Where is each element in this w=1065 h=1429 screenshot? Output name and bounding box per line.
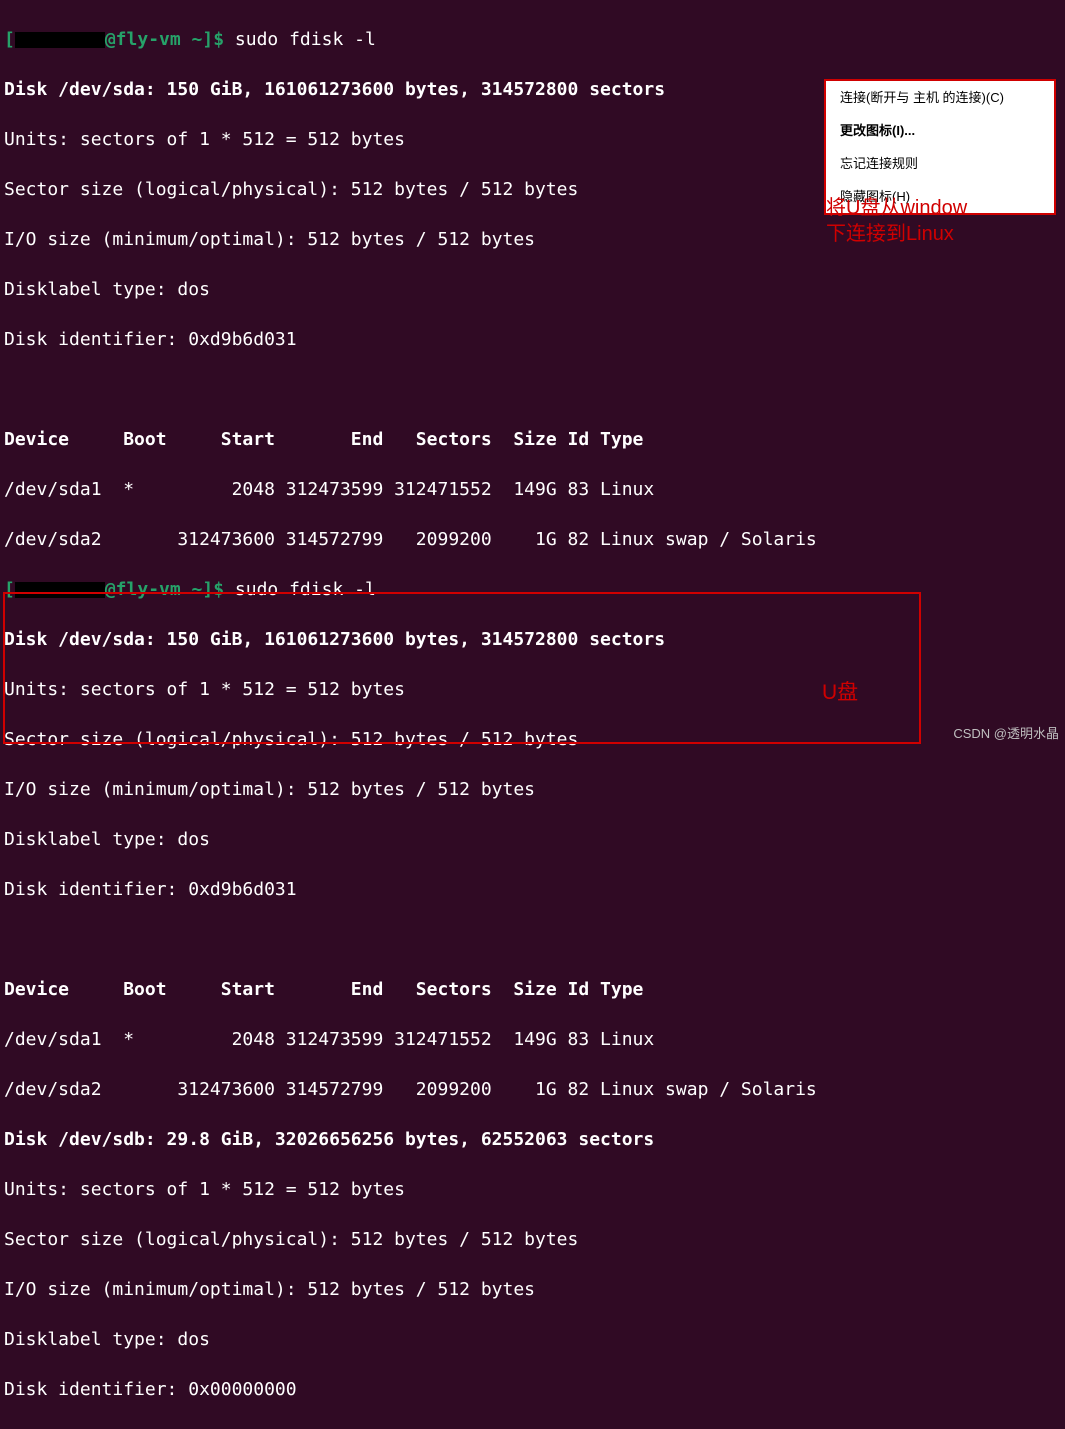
disk-ident-3: Disk identifier: 0x00000000 — [4, 1377, 1061, 1402]
path-2: ~ — [181, 579, 203, 600]
prompt-line-1: [ @fly-vm ~]$ sudo fdisk -l — [4, 27, 1061, 52]
user-host-2: @fly-vm — [105, 579, 181, 600]
menu-forget-rule[interactable]: 忘记连接规则 — [826, 147, 1054, 180]
command-2[interactable]: sudo fdisk -l — [235, 579, 376, 600]
redacted-user — [15, 32, 105, 48]
partition-row-sda2-b: /dev/sda2 312473600 314572799 2099200 1G… — [4, 1077, 1061, 1102]
bracket-open: [ — [4, 29, 15, 50]
redacted-user-2 — [15, 582, 105, 598]
menu-change-icon[interactable]: 更改图标(I)... — [826, 114, 1054, 147]
disklabel-1: Disklabel type: dos — [4, 277, 1061, 302]
io-size-3: I/O size (minimum/optimal): 512 bytes / … — [4, 1277, 1061, 1302]
annotation-line-2: 下连接到Linux — [826, 221, 967, 247]
partition-row-sda2-a: /dev/sda2 312473600 314572799 2099200 1G… — [4, 527, 1061, 552]
io-size-2: I/O size (minimum/optimal): 512 bytes / … — [4, 777, 1061, 802]
bracket-open-2: [ — [4, 579, 15, 600]
partition-row-sda1-b: /dev/sda1 * 2048 312473599 312471552 149… — [4, 1027, 1061, 1052]
sector-size-2: Sector size (logical/physical): 512 byte… — [4, 727, 1061, 752]
menu-connect[interactable]: 连接(断开与 主机 的连接)(C) — [826, 81, 1054, 114]
blank-line — [4, 377, 1061, 402]
partition-header-1: Device Boot Start End Sectors Size Id Ty… — [4, 427, 1061, 452]
prompt-line-2: [ @fly-vm ~]$ sudo fdisk -l — [4, 577, 1061, 602]
disk-sda-header-2: Disk /dev/sda: 150 GiB, 161061273600 byt… — [4, 627, 1061, 652]
annotation-usb-label: U盘 — [822, 680, 858, 705]
path-1: ~ — [181, 29, 203, 50]
user-host-1: @fly-vm — [105, 29, 181, 50]
disklabel-2: Disklabel type: dos — [4, 827, 1061, 852]
partition-header-2: Device Boot Start End Sectors Size Id Ty… — [4, 977, 1061, 1002]
disk-ident-1: Disk identifier: 0xd9b6d031 — [4, 327, 1061, 352]
disklabel-3: Disklabel type: dos — [4, 1327, 1061, 1352]
disk-ident-2: Disk identifier: 0xd9b6d031 — [4, 877, 1061, 902]
annotation-line-1: 将U盘从window — [826, 195, 967, 221]
bracket-close: ]$ — [202, 29, 235, 50]
disk-sdb-header: Disk /dev/sdb: 29.8 GiB, 32026656256 byt… — [4, 1127, 1061, 1152]
sector-size-3: Sector size (logical/physical): 512 byte… — [4, 1227, 1061, 1252]
blank-line-2 — [4, 927, 1061, 952]
annotation-usb-connect: 将U盘从window 下连接到Linux — [826, 195, 967, 247]
bracket-close-2: ]$ — [202, 579, 235, 600]
command-1[interactable]: sudo fdisk -l — [235, 29, 376, 50]
partition-row-sda1-a: /dev/sda1 * 2048 312473599 312471552 149… — [4, 477, 1061, 502]
units-3: Units: sectors of 1 * 512 = 512 bytes — [4, 1177, 1061, 1202]
units-2: Units: sectors of 1 * 512 = 512 bytes — [4, 677, 1061, 702]
watermark: CSDN @透明水晶 — [953, 721, 1059, 746]
